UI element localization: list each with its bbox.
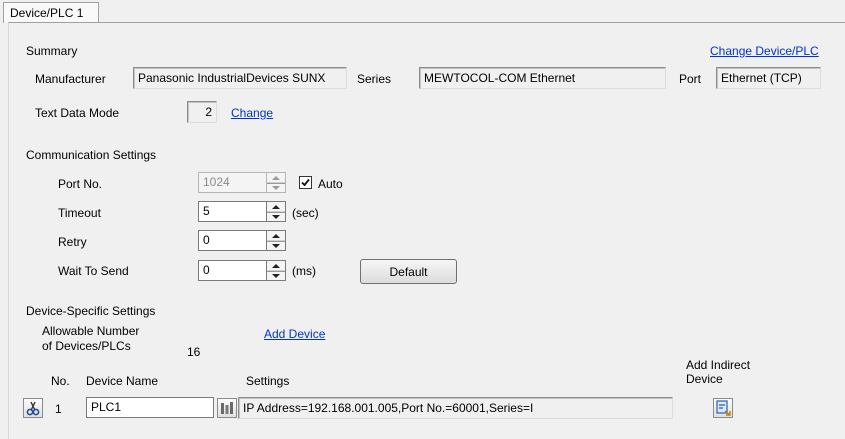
port-no-spinner[interactable] (267, 172, 286, 193)
manufacturer-label: Manufacturer (35, 72, 106, 86)
timeout-spinner[interactable] (267, 201, 286, 222)
text-data-mode-change-link[interactable]: Change (231, 106, 273, 120)
spin-up-icon[interactable] (267, 231, 285, 241)
summary-heading: Summary (26, 44, 78, 58)
text-data-mode-label: Text Data Mode (35, 106, 120, 120)
text-data-mode-value: 2 (187, 101, 217, 123)
column-header-settings: Settings (246, 374, 290, 388)
retry-spinner[interactable] (267, 230, 286, 251)
allowable-number-label-line2: of Devices/PLCs (42, 339, 131, 353)
port-no-label: Port No. (58, 177, 103, 191)
tab-device-plc-1[interactable]: Device/PLC 1 (3, 2, 99, 23)
spin-down-icon[interactable] (267, 241, 285, 251)
wait-to-send-label: Wait To Send (58, 264, 129, 278)
tab-label: Device/PLC 1 (10, 6, 84, 20)
retry-label: Retry (58, 235, 87, 249)
tab-bar: Device/PLC 1 (0, 0, 845, 23)
delete-device-button[interactable] (23, 398, 43, 418)
device-name-input[interactable]: PLC1 (86, 397, 214, 418)
communication-settings-heading: Communication Settings (26, 148, 157, 162)
column-header-device-name: Device Name (86, 374, 159, 388)
add-device-link[interactable]: Add Device (264, 327, 325, 341)
series-value: MEWTOCOL-COM Ethernet (419, 67, 666, 89)
device-settings-button[interactable] (217, 398, 237, 418)
spin-up-icon[interactable] (267, 173, 285, 183)
wait-to-send-unit: (ms) (292, 264, 316, 278)
spin-down-icon[interactable] (267, 183, 285, 193)
add-indirect-device-icon (716, 400, 731, 416)
change-device-plc-link[interactable]: Change Device/PLC (710, 44, 819, 58)
allowable-number-value: 16 (187, 345, 201, 359)
device-specific-settings-heading: Device-Specific Settings (26, 304, 156, 318)
timeout-unit: (sec) (292, 206, 319, 220)
wait-to-send-spinner[interactable] (267, 260, 286, 281)
spin-up-icon[interactable] (267, 202, 285, 212)
add-indirect-device-button[interactable] (713, 398, 733, 418)
column-header-no: No. (51, 374, 70, 388)
spin-down-icon[interactable] (267, 271, 285, 281)
device-row-number: 1 (55, 402, 62, 416)
manufacturer-value: Panasonic IndustrialDevices SUNX (133, 67, 347, 89)
add-indirect-device-label-line2: Device (686, 372, 723, 386)
auto-label: Auto (318, 177, 343, 191)
series-label: Series (357, 72, 392, 86)
timeout-label: Timeout (58, 206, 101, 220)
retry-input[interactable]: 0 (198, 230, 267, 251)
checkmark-icon (301, 178, 310, 187)
auto-checkbox[interactable] (299, 176, 312, 189)
scissors-icon (26, 401, 40, 416)
add-indirect-device-label-line1: Add Indirect (686, 358, 751, 372)
default-button[interactable]: Default (360, 259, 457, 284)
spin-up-icon[interactable] (267, 261, 285, 271)
settings-panel-icon (221, 402, 233, 414)
device-settings-value: IP Address=192.168.001.005,Port No.=6000… (238, 397, 673, 419)
port-value: Ethernet (TCP) (716, 67, 821, 89)
port-label: Port (679, 72, 702, 86)
wait-to-send-input[interactable]: 0 (198, 260, 267, 281)
allowable-number-label-line1: Allowable Number (42, 324, 140, 338)
timeout-input[interactable]: 5 (198, 201, 267, 222)
port-no-input[interactable]: 1024 (198, 172, 267, 193)
spin-down-icon[interactable] (267, 212, 285, 222)
